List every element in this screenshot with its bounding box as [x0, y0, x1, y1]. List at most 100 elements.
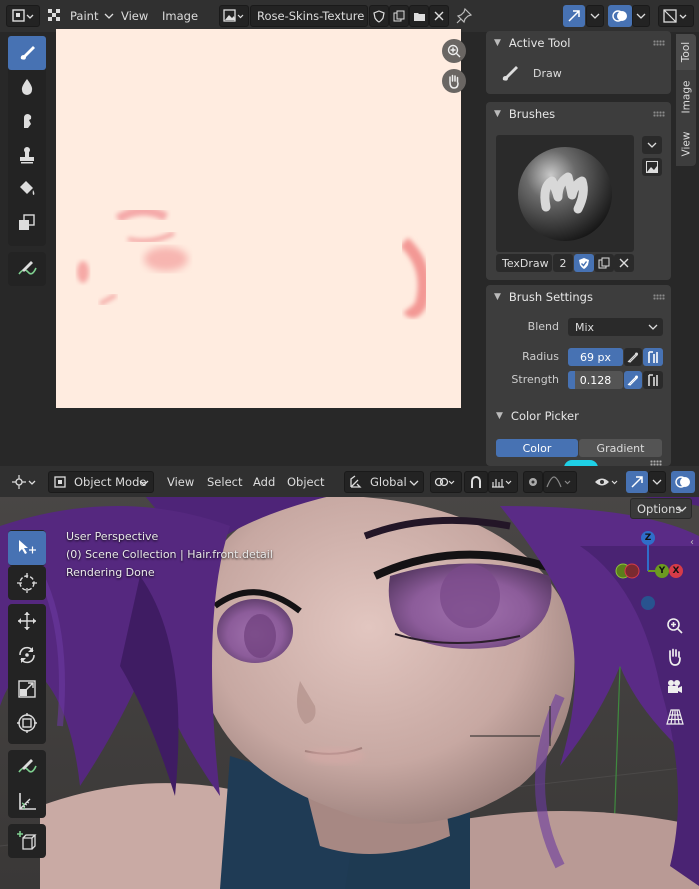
drag-handle-icon[interactable]: [653, 40, 665, 46]
tab-tool[interactable]: Tool: [676, 34, 696, 70]
camera-view-button[interactable]: [663, 675, 687, 699]
pan-gizmo[interactable]: [442, 69, 466, 93]
clone-tool[interactable]: [8, 138, 46, 172]
brush-user-count[interactable]: 2: [553, 254, 573, 272]
annotate-tool[interactable]: [8, 252, 46, 286]
brush-browse-button[interactable]: [642, 136, 662, 154]
radius-unit-button[interactable]: [643, 348, 663, 366]
radius-field[interactable]: 69 px: [568, 348, 623, 366]
fill-tool[interactable]: [8, 172, 46, 206]
image-browse-button[interactable]: [219, 5, 249, 27]
new-image-button[interactable]: [389, 5, 409, 27]
menu-view[interactable]: View: [114, 9, 155, 23]
smear-tool[interactable]: [8, 104, 46, 138]
drag-handle-icon[interactable]: [653, 111, 665, 117]
visibility-dropdown[interactable]: [591, 471, 623, 493]
brush-fake-user-button[interactable]: [574, 254, 594, 272]
pan-button[interactable]: [663, 645, 687, 669]
soften-tool[interactable]: [8, 70, 46, 104]
editor-type-button[interactable]: [6, 5, 40, 27]
perspective-toggle-button[interactable]: [663, 705, 687, 729]
snap-target-dropdown[interactable]: [488, 471, 518, 493]
brush-duplicate-button[interactable]: [594, 254, 614, 272]
falloff-dropdown[interactable]: [543, 471, 577, 493]
menu-select[interactable]: Select: [200, 475, 249, 489]
uv-sync-button[interactable]: [563, 5, 585, 27]
axis-y-button[interactable]: Y: [655, 564, 669, 578]
chevron-down-icon: [409, 480, 419, 486]
pin-icon: [456, 7, 473, 24]
drag-handle-icon[interactable]: [653, 294, 665, 300]
strength-unit-button[interactable]: [643, 371, 663, 389]
texture-canvas[interactable]: [56, 29, 461, 408]
mode-label: Paint: [70, 9, 99, 23]
pin-button[interactable]: [456, 7, 473, 27]
editor-type-button[interactable]: [8, 471, 42, 493]
strength-pressure-button[interactable]: [624, 371, 642, 389]
blend-value: Mix: [575, 320, 595, 334]
add-cube-tool[interactable]: [8, 824, 46, 858]
transform-tool[interactable]: [8, 706, 46, 740]
display-channels-button[interactable]: [658, 5, 694, 27]
perspective-grid-icon: [666, 709, 684, 725]
zoom-button[interactable]: [663, 614, 687, 638]
pivot-dropdown[interactable]: [430, 471, 462, 493]
menu-image[interactable]: Image: [155, 9, 205, 23]
active-tool-header[interactable]: ▼ Active Tool: [486, 31, 671, 55]
cursor-tool[interactable]: [8, 566, 46, 600]
brush-image-button[interactable]: [642, 158, 662, 176]
mask-icon: [19, 214, 35, 230]
image-name-field[interactable]: Rose-Skins-Texture: [250, 5, 368, 27]
brush-settings-header[interactable]: ▼ Brush Settings: [486, 285, 671, 309]
axis-x-button[interactable]: X: [669, 564, 683, 578]
axis-z-button[interactable]: Z: [641, 531, 655, 545]
blend-dropdown[interactable]: Mix: [568, 318, 663, 336]
menu-add[interactable]: Add: [246, 475, 282, 489]
fake-user-button[interactable]: [369, 5, 389, 27]
annotate-tool[interactable]: [8, 750, 46, 784]
active-tool-item[interactable]: Draw: [500, 63, 562, 83]
rotate-tool[interactable]: [8, 638, 46, 672]
strength-slider[interactable]: 0.128: [568, 371, 623, 389]
hand-pan-icon: [449, 74, 459, 89]
move-tool[interactable]: [8, 604, 46, 638]
radius-pressure-button[interactable]: [624, 348, 642, 366]
axis-gizmo[interactable]: Z Y X: [606, 530, 696, 612]
brushes-header[interactable]: ▼ Brushes: [486, 102, 671, 126]
draw-brush-tool[interactable]: [8, 36, 46, 70]
chevron-down-icon: ▼: [494, 38, 501, 48]
scale-tool[interactable]: [8, 672, 46, 706]
overlays-button[interactable]: [608, 5, 632, 27]
chevron-down-icon: [105, 13, 114, 19]
overlays-toggle[interactable]: [671, 471, 695, 493]
image-editor-header: Paint View Image Rose-Skins-Texture: [0, 0, 699, 32]
tab-image[interactable]: Image: [676, 74, 696, 120]
gizmo-dropdown[interactable]: [586, 5, 604, 27]
color-picker-header[interactable]: ▼ Color Picker: [496, 409, 579, 423]
tab-view[interactable]: View: [676, 124, 696, 164]
transform-orientation-dropdown[interactable]: Global: [344, 471, 424, 493]
open-image-button[interactable]: [409, 5, 429, 27]
tab-color[interactable]: Color: [496, 439, 578, 457]
gizmo-toggle[interactable]: [626, 471, 648, 493]
menu-object[interactable]: Object: [280, 475, 331, 489]
snap-toggle[interactable]: [464, 471, 488, 493]
mode-dropdown[interactable]: Object Mode: [48, 471, 154, 493]
brush-preview[interactable]: [496, 135, 634, 252]
select-box-tool[interactable]: [8, 531, 46, 565]
options-dropdown[interactable]: Options: [630, 498, 692, 519]
gizmo-dropdown[interactable]: [648, 471, 666, 493]
mode-selector[interactable]: Paint: [48, 5, 114, 27]
proportional-edit-toggle[interactable]: [523, 471, 543, 493]
brush-icon: [20, 46, 35, 60]
zoom-gizmo[interactable]: [442, 39, 466, 63]
axis-y-label: Y: [658, 566, 666, 576]
mask-tool[interactable]: [8, 206, 46, 240]
measure-tool[interactable]: [8, 784, 46, 818]
brush-name-field[interactable]: TexDraw: [496, 254, 552, 272]
brush-unlink-button[interactable]: [614, 254, 634, 272]
menu-view[interactable]: View: [160, 475, 201, 489]
tab-gradient[interactable]: Gradient: [579, 439, 662, 457]
unlink-image-button[interactable]: [429, 5, 449, 27]
overlays-dropdown[interactable]: [632, 5, 650, 27]
